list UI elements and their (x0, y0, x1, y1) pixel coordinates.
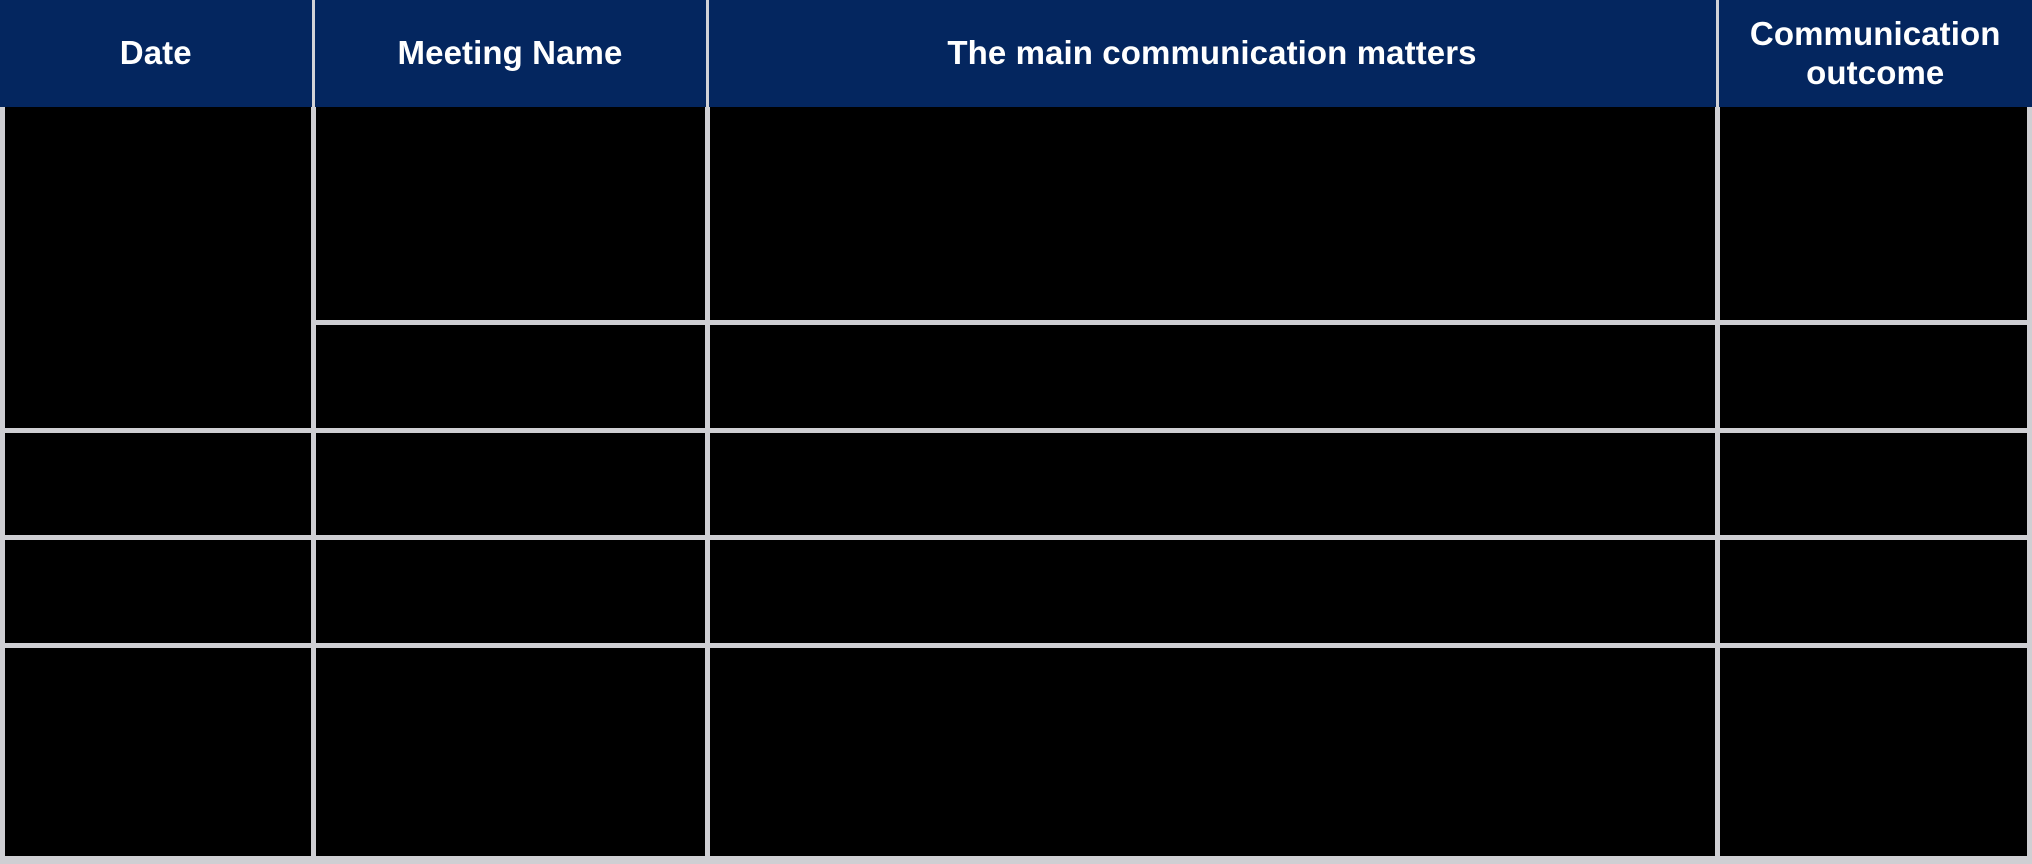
cell-text (0, 433, 311, 449)
cell-text (1720, 648, 2032, 664)
cell-date-row4[interactable] (0, 537, 313, 645)
column-header-communication-outcome[interactable]: Communication outcome (1717, 0, 2032, 107)
table-header-row: Date Meeting Name The main communication… (0, 0, 2032, 107)
column-header-meeting-name[interactable]: Meeting Name (313, 0, 707, 107)
cell-text (316, 107, 705, 123)
cell-text (0, 107, 311, 123)
cell-main-matters-row1[interactable] (707, 107, 1717, 322)
table-row (0, 645, 2032, 861)
cell-text (710, 325, 1715, 341)
cell-text (710, 648, 1715, 664)
cell-meeting-name-row3[interactable] (313, 430, 707, 537)
cell-text (0, 648, 311, 664)
cell-text (710, 107, 1715, 123)
cell-meeting-name-row2[interactable] (313, 322, 707, 430)
cell-text (316, 433, 705, 449)
cell-text (316, 325, 705, 341)
table-row (0, 107, 2032, 322)
cell-outcome-row3[interactable] (1717, 430, 2032, 537)
cell-text (1720, 540, 2032, 556)
cell-outcome-row4[interactable] (1717, 537, 2032, 645)
cell-meeting-name-row5[interactable] (313, 645, 707, 861)
column-header-main-communication-matters[interactable]: The main communication matters (707, 0, 1717, 107)
cell-meeting-name-row4[interactable] (313, 537, 707, 645)
cell-text (0, 540, 311, 556)
table-body (0, 107, 2032, 861)
cell-text (316, 648, 705, 664)
cell-main-matters-row3[interactable] (707, 430, 1717, 537)
cell-main-matters-row2[interactable] (707, 322, 1717, 430)
table: Date Meeting Name The main communication… (0, 0, 2032, 864)
cell-text (1720, 325, 2032, 341)
cell-text (710, 433, 1715, 449)
table-row (0, 537, 2032, 645)
table-header: Date Meeting Name The main communication… (0, 0, 2032, 107)
cell-meeting-name-row1[interactable] (313, 107, 707, 322)
column-header-date[interactable]: Date (0, 0, 313, 107)
cell-text (710, 540, 1715, 556)
cell-text (1720, 107, 2032, 123)
cell-date-row3[interactable] (0, 430, 313, 537)
cell-text (1720, 433, 2032, 449)
table-row (0, 430, 2032, 537)
cell-outcome-row2[interactable] (1717, 322, 2032, 430)
cell-main-matters-row5[interactable] (707, 645, 1717, 861)
cell-date-row1[interactable] (0, 107, 313, 430)
cell-main-matters-row4[interactable] (707, 537, 1717, 645)
cell-outcome-row5[interactable] (1717, 645, 2032, 861)
cell-outcome-row1[interactable] (1717, 107, 2032, 322)
communication-record-table: Date Meeting Name The main communication… (0, 0, 2032, 861)
cell-text (316, 540, 705, 556)
cell-date-row5[interactable] (0, 645, 313, 861)
